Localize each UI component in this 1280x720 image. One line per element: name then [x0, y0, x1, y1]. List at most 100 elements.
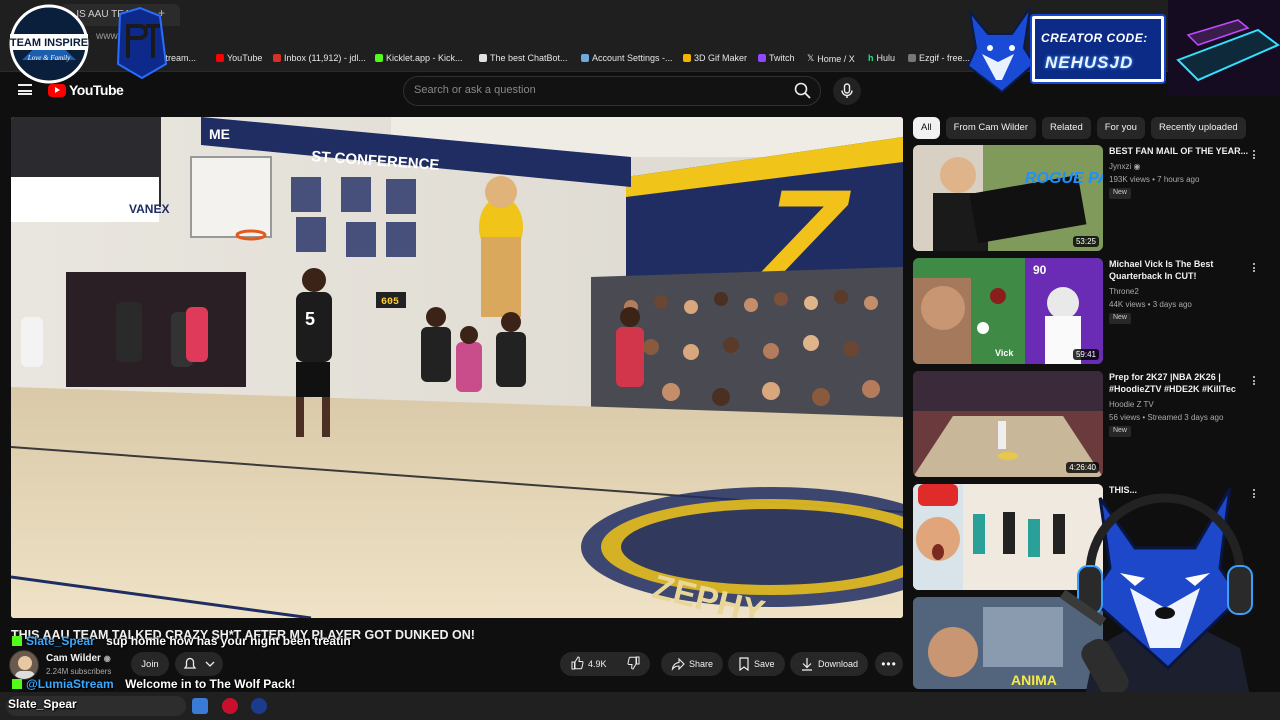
video-channel[interactable]: Hoodie Z TV [1109, 400, 1154, 409]
wolf-mascot-image [1059, 487, 1255, 720]
more-options-icon[interactable] [1249, 262, 1259, 274]
recommended-video[interactable]: 90 Vick 59:41 Michael Vick Is The Best Q… [913, 258, 1268, 364]
new-badge: New [1109, 426, 1131, 437]
chat-message: Slate_Spear sup homie how has your night… [12, 634, 351, 648]
rtl-logo-image [116, 6, 168, 80]
youtube-icon [216, 54, 224, 62]
new-badge: New [1109, 313, 1131, 324]
chip-from-channel[interactable]: From Cam Wilder [945, 117, 1036, 139]
video-channel[interactable]: Jynxzi ◉ [1109, 162, 1140, 171]
video-title[interactable]: Prep for 2K27 |NBA 2K26 | #HoodieZTV #HD… [1109, 371, 1249, 395]
video-meta: 56 views • Streamed 3 days ago [1109, 413, 1224, 422]
chatbot-icon [479, 54, 487, 62]
bookmark-youtube[interactable]: YouTube [216, 53, 262, 63]
like-count[interactable]: 4.9K [588, 659, 607, 669]
chip-all[interactable]: All [913, 117, 940, 139]
thumbnail-text: Vick [995, 348, 1014, 358]
bell-icon [183, 657, 215, 669]
new-badge: New [1109, 188, 1131, 199]
video-thumbnail[interactable]: ROGUE PARTNER 53:25 [913, 145, 1103, 251]
video-thumbnail[interactable]: 4:26:40 [913, 371, 1103, 477]
search-input[interactable] [414, 84, 774, 96]
gif-icon [683, 54, 691, 62]
bookmark-3d-gif[interactable]: 3D Gif Maker [683, 53, 747, 63]
opera-icon[interactable] [222, 698, 238, 714]
download-icon [802, 658, 812, 671]
chat-username: @LumiaStream [26, 677, 114, 691]
share-icon [671, 657, 685, 671]
share-button[interactable]: Share [661, 652, 724, 676]
more-actions-button[interactable]: ••• [875, 652, 903, 676]
youtube-wordmark: YouTube [69, 82, 124, 98]
chat-text: Welcome in to The Wolf Pack! [125, 677, 296, 691]
bookmark-ezgif[interactable]: Ezgif - free... [908, 53, 970, 63]
vanex-sign: VANEX [129, 202, 169, 216]
video-meta: 44K views • 3 days ago [1109, 300, 1192, 309]
join-button[interactable]: Join [131, 652, 169, 676]
notifications-button[interactable] [175, 652, 223, 676]
thumbs-up-icon[interactable] [570, 656, 584, 672]
bookmark-hulu[interactable]: h Hulu [868, 53, 895, 63]
creator-code-badge: CREATOR CODE: NEHUSJD [1032, 16, 1164, 82]
x-icon: 𝕏 [807, 53, 815, 63]
like-dislike-group: 4.9K [560, 652, 650, 676]
download-label: Download [818, 659, 859, 669]
recommended-video[interactable]: 4:26:40 Prep for 2K27 |NBA 2K26 | #Hoodi… [913, 371, 1268, 477]
streamer-username: Slate_Spear [8, 697, 77, 711]
chat-text: sup homie how has your night been treati… [106, 634, 351, 648]
kick-badge-icon [12, 679, 22, 689]
banner-prefix: ME [209, 126, 230, 142]
video-channel[interactable]: Throne2 [1109, 287, 1139, 296]
microphone-icon [841, 83, 853, 98]
more-options-icon[interactable] [1249, 149, 1259, 161]
kicklet-icon [375, 54, 383, 62]
rtl-logo [110, 4, 174, 82]
menu-icon[interactable] [18, 84, 32, 95]
recommended-video[interactable]: ROGUE PARTNER 53:25 BEST FAN MAIL OF THE… [913, 145, 1268, 251]
team-inspire-logo: TEAM INSPIRE Love & Family [2, 4, 96, 84]
video-duration: 53:25 [1072, 236, 1099, 247]
channel-avatar[interactable] [9, 650, 39, 680]
search-box [403, 76, 821, 106]
webcam-image [1168, 0, 1280, 95]
youtube-logo[interactable]: YouTube [48, 82, 124, 98]
more-options-icon[interactable] [1249, 375, 1259, 387]
subscriber-count: 2.24M subscribers [46, 667, 112, 676]
wolf-head-logo [962, 4, 1038, 96]
chip-recently-uploaded[interactable]: Recently uploaded [1150, 117, 1246, 139]
file-explorer-icon[interactable] [192, 698, 208, 714]
search-icon[interactable] [793, 81, 813, 101]
share-label: Share [689, 659, 714, 669]
voice-search-button[interactable] [833, 77, 861, 105]
chip-related[interactable]: Related [1041, 117, 1091, 139]
bookmark-account-settings[interactable]: Account Settings -... [581, 53, 673, 63]
bookmark-kicklet[interactable]: Kicklet.app - Kick... [375, 53, 463, 63]
hulu-icon: h [868, 53, 874, 63]
scoreboard: 605 [381, 297, 399, 308]
team-logo-subtext: Love & Family [27, 54, 71, 62]
twitch-icon [758, 54, 766, 62]
thumbnail-rating: 90 [1033, 263, 1047, 277]
mail-icon [273, 54, 281, 62]
video-title[interactable]: Michael Vick Is The Best Quarterback In … [1109, 258, 1249, 282]
bookmark-x[interactable]: 𝕏 Home / X [807, 53, 855, 64]
ea-app-icon[interactable] [251, 698, 267, 714]
download-button[interactable]: Download [790, 652, 869, 676]
filter-chips: All From Cam Wilder Related For you Rece… [913, 117, 1246, 139]
video-title[interactable]: BEST FAN MAIL OF THE YEAR... [1109, 145, 1249, 157]
taskbar: Search [0, 692, 1280, 720]
video-player[interactable]: Z ME ST CONFERENCE VANEX 605 ZEPHY 5 [11, 117, 903, 618]
bookmark-twitch[interactable]: Twitch [758, 53, 795, 63]
team-logo-text: TEAM INSPIRE [10, 37, 88, 49]
thumbs-down-icon[interactable] [627, 656, 641, 672]
creator-code-label: CREATOR CODE: [1041, 31, 1148, 45]
video-thumbnail[interactable]: 90 Vick 59:41 [913, 258, 1103, 364]
bookmark-chatbot[interactable]: The best ChatBot... [479, 53, 568, 63]
chip-for-you[interactable]: For you [1096, 117, 1145, 139]
channel-name[interactable]: Cam Wilder ◉ [46, 653, 111, 664]
video-duration: 59:41 [1072, 349, 1099, 360]
settings-icon [581, 54, 589, 62]
save-button[interactable]: Save [728, 652, 785, 676]
webcam-overlay [1168, 0, 1280, 95]
bookmark-inbox[interactable]: Inbox (11,912) - jdl... [273, 53, 366, 63]
